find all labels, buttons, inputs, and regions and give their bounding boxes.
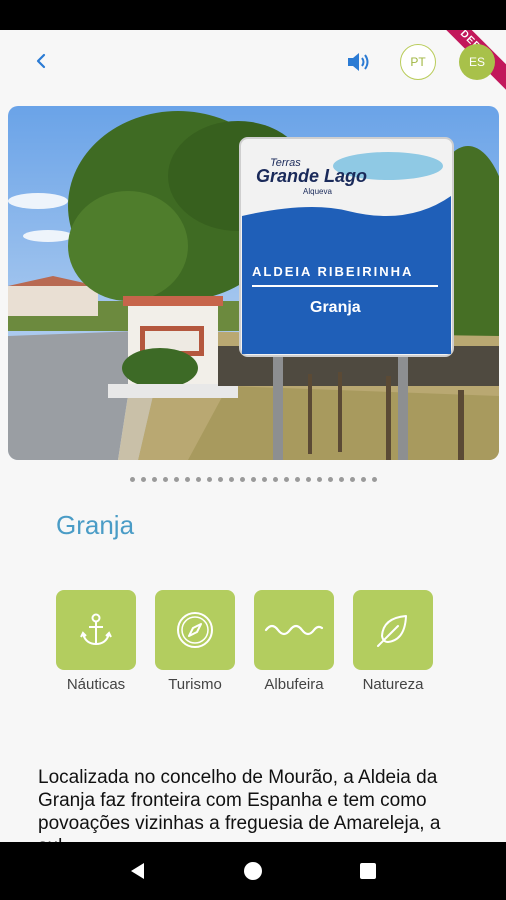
hero-photo: Terras Grande Lago Alqueva ALDEIA RIBEIR… xyxy=(8,106,499,460)
nav-home-button[interactable] xyxy=(233,851,273,891)
place-title: Granja xyxy=(56,510,135,540)
carousel-dot[interactable] xyxy=(250,477,256,482)
carousel-dot[interactable] xyxy=(316,477,322,482)
language-pt-label: PT xyxy=(410,55,426,69)
category-tile xyxy=(353,590,433,670)
carousel-dot[interactable] xyxy=(239,477,245,482)
category-albufeira[interactable]: Albufeira xyxy=(254,590,334,693)
system-nav-bar xyxy=(0,842,506,900)
language-es-button[interactable]: ES xyxy=(459,44,495,80)
sound-button[interactable] xyxy=(343,46,375,78)
carousel-dot[interactable] xyxy=(261,477,267,482)
carousel-dot[interactable] xyxy=(338,477,344,482)
carousel-indicator[interactable] xyxy=(0,477,506,482)
compass-icon xyxy=(177,612,213,648)
sign-place: Granja xyxy=(310,299,361,316)
back-triangle-icon xyxy=(130,863,144,879)
carousel-dot[interactable] xyxy=(195,477,201,482)
speaker-icon xyxy=(348,53,369,71)
hero-image[interactable]: Terras Grande Lago Alqueva ALDEIA RIBEIR… xyxy=(8,106,499,460)
category-list: Náuticas Turismo Albufeira Natureza xyxy=(56,590,433,693)
category-tile xyxy=(254,590,334,670)
anchor-icon xyxy=(80,613,112,646)
category-nauticas[interactable]: Náuticas xyxy=(56,590,136,693)
sign-brand-line3: Alqueva xyxy=(303,187,332,196)
category-natureza[interactable]: Natureza xyxy=(353,590,433,693)
category-label: Náuticas xyxy=(66,676,126,693)
carousel-dot[interactable] xyxy=(173,477,179,482)
app-screen: DEBUG PT ES xyxy=(0,30,506,842)
carousel-dot[interactable] xyxy=(305,477,311,482)
carousel-dot[interactable] xyxy=(360,477,366,482)
carousel-dot[interactable] xyxy=(349,477,355,482)
back-button[interactable] xyxy=(26,46,56,76)
carousel-dot[interactable] xyxy=(272,477,278,482)
category-tile xyxy=(155,590,235,670)
carousel-dot[interactable] xyxy=(217,477,223,482)
language-pt-button[interactable]: PT xyxy=(400,44,436,80)
sign-brand-line2: Grande Lago xyxy=(256,166,367,186)
carousel-dot[interactable] xyxy=(206,477,212,482)
carousel-dot[interactable] xyxy=(184,477,190,482)
language-es-label: ES xyxy=(468,55,485,69)
nav-recents-button[interactable] xyxy=(348,851,388,891)
category-label: Natureza xyxy=(362,676,424,693)
nav-back-button[interactable] xyxy=(118,851,158,891)
status-bar xyxy=(0,0,506,30)
waves-icon xyxy=(264,624,324,636)
category-label: Albufeira xyxy=(264,676,324,693)
carousel-dot[interactable] xyxy=(294,477,300,482)
leaf-icon xyxy=(377,615,407,647)
carousel-dot[interactable] xyxy=(228,477,234,482)
carousel-dot[interactable] xyxy=(327,477,333,482)
carousel-dot[interactable] xyxy=(129,477,135,482)
place-description: Localizada no concelho de Mourão, a Alde… xyxy=(38,767,441,842)
category-tile xyxy=(56,590,136,670)
carousel-dot[interactable] xyxy=(162,477,168,482)
category-turismo[interactable]: Turismo xyxy=(155,590,235,693)
category-label: Turismo xyxy=(168,676,222,693)
carousel-dot[interactable] xyxy=(371,477,377,482)
carousel-dot[interactable] xyxy=(151,477,157,482)
carousel-dot[interactable] xyxy=(140,477,146,482)
sign-village: ALDEIA RIBEIRINHA xyxy=(252,264,413,279)
carousel-dot[interactable] xyxy=(283,477,289,482)
chevron-left-icon xyxy=(36,53,46,69)
home-circle-icon xyxy=(243,862,262,880)
recents-square-icon xyxy=(360,863,377,879)
